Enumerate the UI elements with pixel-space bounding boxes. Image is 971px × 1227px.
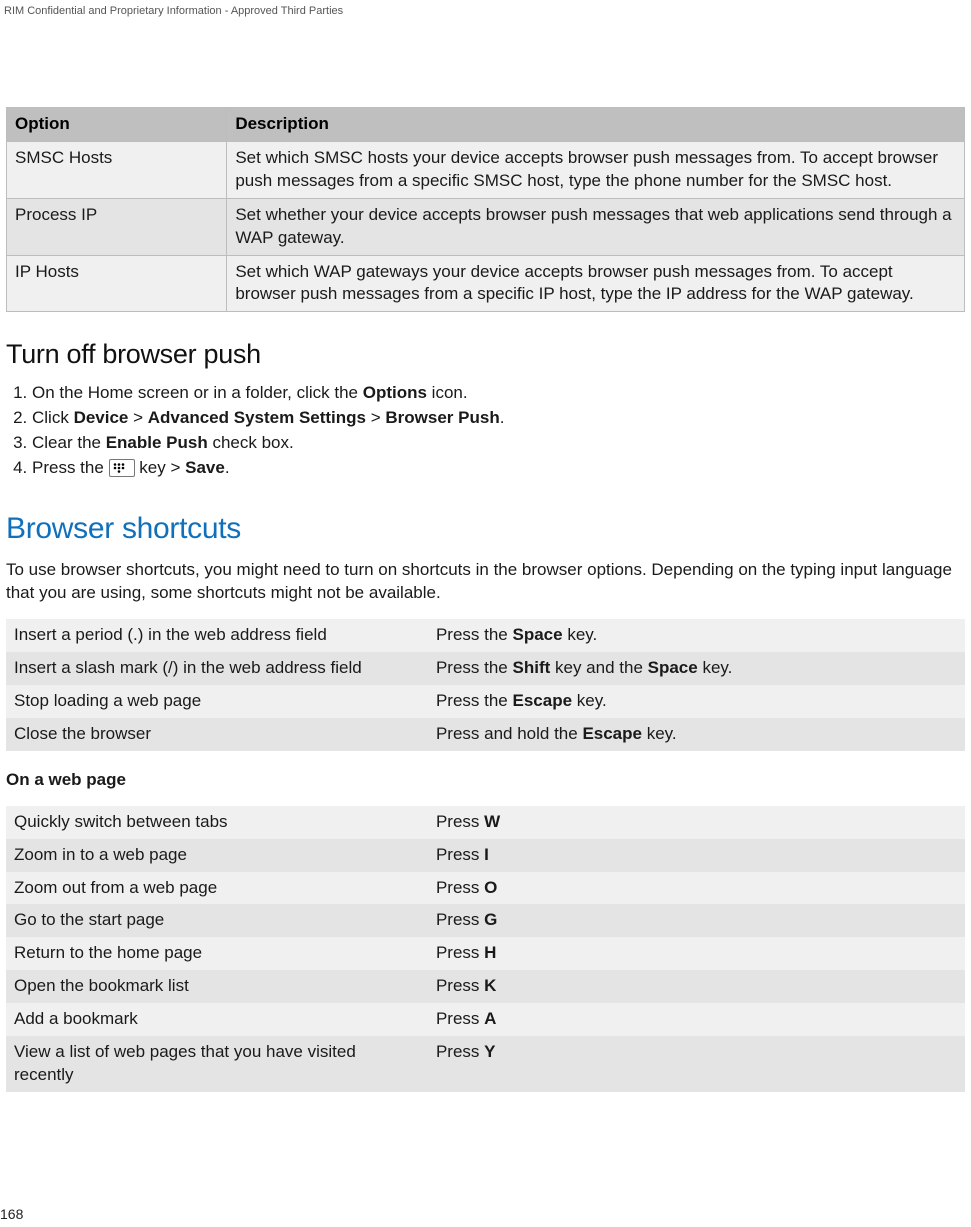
table-row: Add a bookmark Press A — [6, 1003, 965, 1036]
table-row: Zoom out from a web page Press O — [6, 872, 965, 905]
step-bold: Advanced System Settings — [148, 408, 366, 427]
shortcut-key: Press H — [428, 937, 965, 970]
description-cell: Set whether your device accepts browser … — [227, 198, 965, 255]
shortcut-action: Zoom in to a web page — [6, 839, 428, 872]
shortcut-action: Stop loading a web page — [6, 685, 428, 718]
step-item: Press the key > Save. — [32, 456, 965, 481]
step-text: Clear the — [32, 433, 106, 452]
table-row: View a list of web pages that you have v… — [6, 1036, 965, 1092]
shortcut-key: Press I — [428, 839, 965, 872]
subheading-on-a-web-page: On a web page — [6, 769, 965, 792]
step-item: Clear the Enable Push check box. — [32, 431, 965, 456]
table-row: SMSC Hosts Set which SMSC hosts your dev… — [7, 141, 965, 198]
table-row: Stop loading a web page Press the Escape… — [6, 685, 965, 718]
table-row: Return to the home page Press H — [6, 937, 965, 970]
description-cell: Set which WAP gateways your device accep… — [227, 255, 965, 312]
options-table: Option Description SMSC Hosts Set which … — [6, 107, 965, 313]
shortcuts-intro: To use browser shortcuts, you might need… — [6, 559, 965, 605]
shortcut-action: Return to the home page — [6, 937, 428, 970]
shortcut-action: Insert a slash mark (/) in the web addre… — [6, 652, 428, 685]
shortcut-action: Zoom out from a web page — [6, 872, 428, 905]
shortcut-key: Press O — [428, 872, 965, 905]
shortcut-action: Go to the start page — [6, 904, 428, 937]
steps-list: On the Home screen or in a folder, click… — [6, 381, 965, 481]
column-header-option: Option — [7, 107, 227, 141]
table-header-row: Option Description — [7, 107, 965, 141]
shortcut-action: Quickly switch between tabs — [6, 806, 428, 839]
shortcut-key: Press the Space key. — [428, 619, 965, 652]
shortcut-action: Open the bookmark list — [6, 970, 428, 1003]
shortcut-action: Add a bookmark — [6, 1003, 428, 1036]
column-header-description: Description — [227, 107, 965, 141]
shortcut-action: Insert a period (.) in the web address f… — [6, 619, 428, 652]
table-row: Open the bookmark list Press K — [6, 970, 965, 1003]
shortcut-key: Press the Escape key. — [428, 685, 965, 718]
table-row: Insert a period (.) in the web address f… — [6, 619, 965, 652]
step-text: . — [225, 458, 230, 477]
table-row: IP Hosts Set which WAP gateways your dev… — [7, 255, 965, 312]
step-bold: Save — [185, 458, 225, 477]
option-cell: SMSC Hosts — [7, 141, 227, 198]
shortcut-key: Press K — [428, 970, 965, 1003]
step-item: Click Device > Advanced System Settings … — [32, 406, 965, 431]
step-item: On the Home screen or in a folder, click… — [32, 381, 965, 406]
option-cell: Process IP — [7, 198, 227, 255]
step-text: icon. — [427, 383, 468, 402]
step-text: > — [366, 408, 385, 427]
shortcut-key: Press Y — [428, 1036, 965, 1092]
step-text: On the Home screen or in a folder, click… — [32, 383, 363, 402]
step-text: . — [500, 408, 505, 427]
description-cell: Set which SMSC hosts your device accepts… — [227, 141, 965, 198]
table-row: Close the browser Press and hold the Esc… — [6, 718, 965, 751]
table-row: Process IP Set whether your device accep… — [7, 198, 965, 255]
step-text: key > — [135, 458, 186, 477]
heading-browser-shortcuts: Browser shortcuts — [6, 509, 965, 550]
menu-key-icon — [109, 459, 135, 477]
step-bold: Options — [363, 383, 427, 402]
step-bold: Enable Push — [106, 433, 208, 452]
table-row: Insert a slash mark (/) in the web addre… — [6, 652, 965, 685]
step-bold: Browser Push — [385, 408, 499, 427]
table-row: Go to the start page Press G — [6, 904, 965, 937]
shortcut-key: Press W — [428, 806, 965, 839]
shortcut-action: Close the browser — [6, 718, 428, 751]
shortcut-key: Press and hold the Escape key. — [428, 718, 965, 751]
confidential-header: RIM Confidential and Proprietary Informa… — [0, 0, 971, 19]
shortcut-action: View a list of web pages that you have v… — [6, 1036, 428, 1092]
step-text: check box. — [208, 433, 294, 452]
step-text: > — [128, 408, 147, 427]
heading-turn-off-browser-push: Turn off browser push — [6, 336, 965, 372]
shortcuts-table-general: Insert a period (.) in the web address f… — [6, 619, 965, 751]
option-cell: IP Hosts — [7, 255, 227, 312]
shortcut-key: Press G — [428, 904, 965, 937]
shortcut-key: Press the Shift key and the Space key. — [428, 652, 965, 685]
step-text: Press the — [32, 458, 109, 477]
step-text: Click — [32, 408, 74, 427]
table-row: Quickly switch between tabs Press W — [6, 806, 965, 839]
shortcuts-table-webpage: Quickly switch between tabs Press W Zoom… — [6, 806, 965, 1092]
page-number: 168 — [0, 1205, 23, 1224]
table-row: Zoom in to a web page Press I — [6, 839, 965, 872]
shortcut-key: Press A — [428, 1003, 965, 1036]
step-bold: Device — [74, 408, 129, 427]
